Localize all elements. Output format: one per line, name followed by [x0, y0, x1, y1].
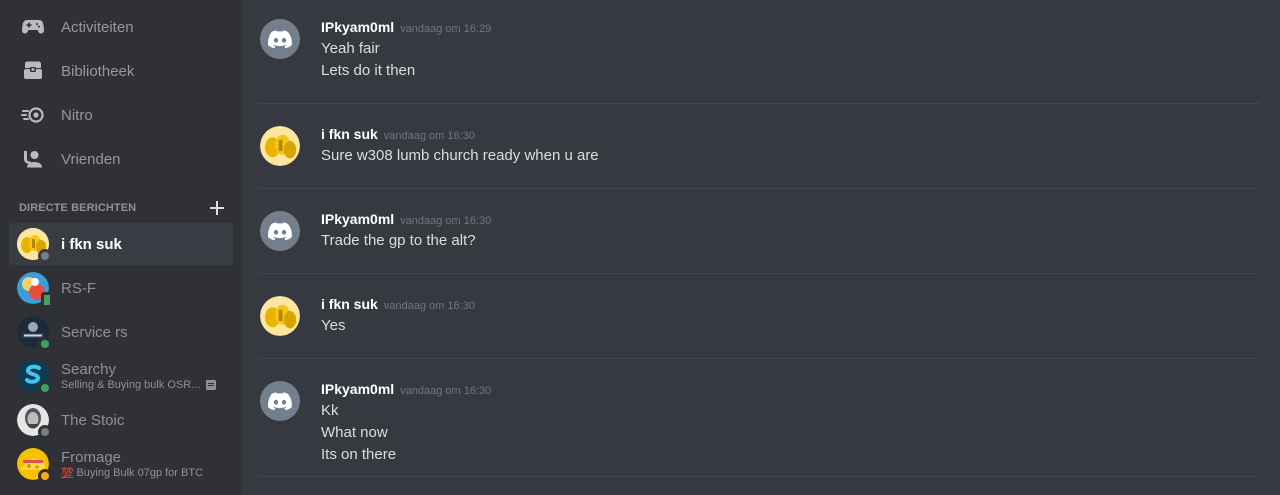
library-icon — [21, 59, 45, 83]
message-line: Lets do it then — [321, 62, 416, 79]
nav-activities-label: Activiteiten — [61, 18, 134, 36]
message-divider — [259, 273, 1260, 274]
message-author[interactable]: IPkyam0ml — [321, 211, 394, 227]
hundred-points-icon: 💯 — [61, 467, 74, 479]
avatar — [17, 404, 52, 439]
message-header: IPkyam0ml vandaag om 16:30 — [321, 381, 491, 397]
message-line: Trade the gp to the alt? — [321, 232, 476, 249]
nav-nitro[interactable]: Nitro — [9, 94, 233, 136]
friends-icon — [21, 147, 45, 171]
message-divider — [259, 358, 1260, 359]
message-header: i fkn suk vandaag om 16:30 — [321, 296, 475, 312]
discord-logo-icon[interactable] — [260, 381, 300, 421]
message-timestamp: vandaag om 16:30 — [400, 215, 492, 227]
message-divider — [259, 188, 1260, 189]
status-online-indicator — [38, 381, 52, 395]
dm-activity: 💯 Buying Bulk 07gp for BTC — [61, 467, 203, 479]
message-author[interactable]: i fkn suk — [321, 126, 378, 142]
dm-activity-text: Buying Bulk 07gp for BTC — [76, 467, 204, 479]
message-timestamp: vandaag om 16:30 — [383, 300, 475, 312]
nitro-icon — [21, 103, 45, 127]
message-line: Kk — [321, 402, 339, 419]
dm-name: i fkn suk — [61, 235, 122, 253]
status-online-indicator — [38, 337, 52, 351]
dm-item-i-fkn-suk[interactable]: i fkn suk — [9, 223, 233, 265]
status-idle-indicator — [38, 469, 52, 483]
dm-item-searchy[interactable]: Searchy Selling & Buying bulk OSR... — [9, 355, 233, 397]
nav-friends[interactable]: Vrienden — [9, 138, 233, 180]
message-line: Its on there — [321, 446, 397, 463]
nav-friends-label: Vrienden — [61, 150, 121, 168]
message-divider — [259, 476, 1260, 477]
message-header: i fkn suk vandaag om 16:30 — [321, 126, 475, 142]
message-line: What now — [321, 424, 388, 441]
message-divider — [259, 103, 1260, 104]
discord-logo-icon[interactable] — [260, 19, 300, 59]
dm-header: DIRECTE BERICHTEN — [19, 200, 225, 216]
note-icon — [206, 380, 217, 390]
dm-item-fromage[interactable]: Fromage 💯 Buying Bulk 07gp for BTC — [9, 443, 233, 485]
status-offline-indicator — [38, 425, 52, 439]
plus-icon[interactable] — [209, 200, 225, 216]
message-line: Yes — [321, 317, 346, 334]
gold-coins-avatar[interactable] — [260, 126, 300, 166]
discord-logo-icon[interactable] — [260, 211, 300, 251]
dm-activity-text: Selling & Buying bulk OSR... — [61, 379, 201, 391]
dm-header-label: DIRECTE BERICHTEN — [19, 202, 137, 214]
message-timestamp: vandaag om 16:30 — [383, 130, 475, 142]
message-timestamp: vandaag om 16:30 — [400, 385, 492, 397]
avatar — [17, 272, 53, 308]
message-line: Yeah fair — [321, 40, 380, 57]
dm-name: Fromage — [61, 449, 122, 466]
dm-name: Searchy — [61, 361, 117, 378]
chat-area: IPkyam0ml vandaag om 16:29 Yeah fair Let… — [241, 0, 1280, 495]
gold-coins-avatar[interactable] — [260, 296, 300, 336]
message-author[interactable]: i fkn suk — [321, 296, 378, 312]
dm-name: The Stoic — [61, 411, 125, 429]
dm-item-the-stoic[interactable]: The Stoic — [9, 399, 233, 441]
nav-library[interactable]: Bibliotheek — [9, 50, 233, 92]
message-timestamp: vandaag om 16:29 — [400, 23, 492, 35]
mobile-status-icon — [41, 292, 53, 308]
message-author[interactable]: IPkyam0ml — [321, 19, 394, 35]
message-header: IPkyam0ml vandaag om 16:29 — [321, 19, 491, 35]
nav-library-label: Bibliotheek — [61, 62, 135, 80]
status-offline-indicator — [38, 249, 52, 263]
avatar — [17, 228, 52, 263]
dm-item-rs-f[interactable]: RS-F — [9, 267, 233, 309]
avatar — [17, 316, 52, 351]
dm-name: RS-F — [61, 279, 96, 297]
dm-name: Service rs — [61, 323, 128, 341]
avatar — [17, 360, 52, 395]
message-author[interactable]: IPkyam0ml — [321, 381, 394, 397]
message-header: IPkyam0ml vandaag om 16:30 — [321, 211, 491, 227]
game-controller-icon — [21, 15, 45, 39]
message-line: Sure w308 lumb church ready when u are — [321, 147, 599, 164]
sidebar: Activiteiten Bibliotheek Nitro Vrienden … — [0, 0, 241, 495]
dm-activity: Selling & Buying bulk OSR... — [61, 379, 217, 391]
nav-activities[interactable]: Activiteiten — [9, 6, 233, 48]
avatar — [17, 448, 52, 483]
dm-item-service-rs[interactable]: Service rs — [9, 311, 233, 353]
nav-nitro-label: Nitro — [61, 106, 93, 124]
